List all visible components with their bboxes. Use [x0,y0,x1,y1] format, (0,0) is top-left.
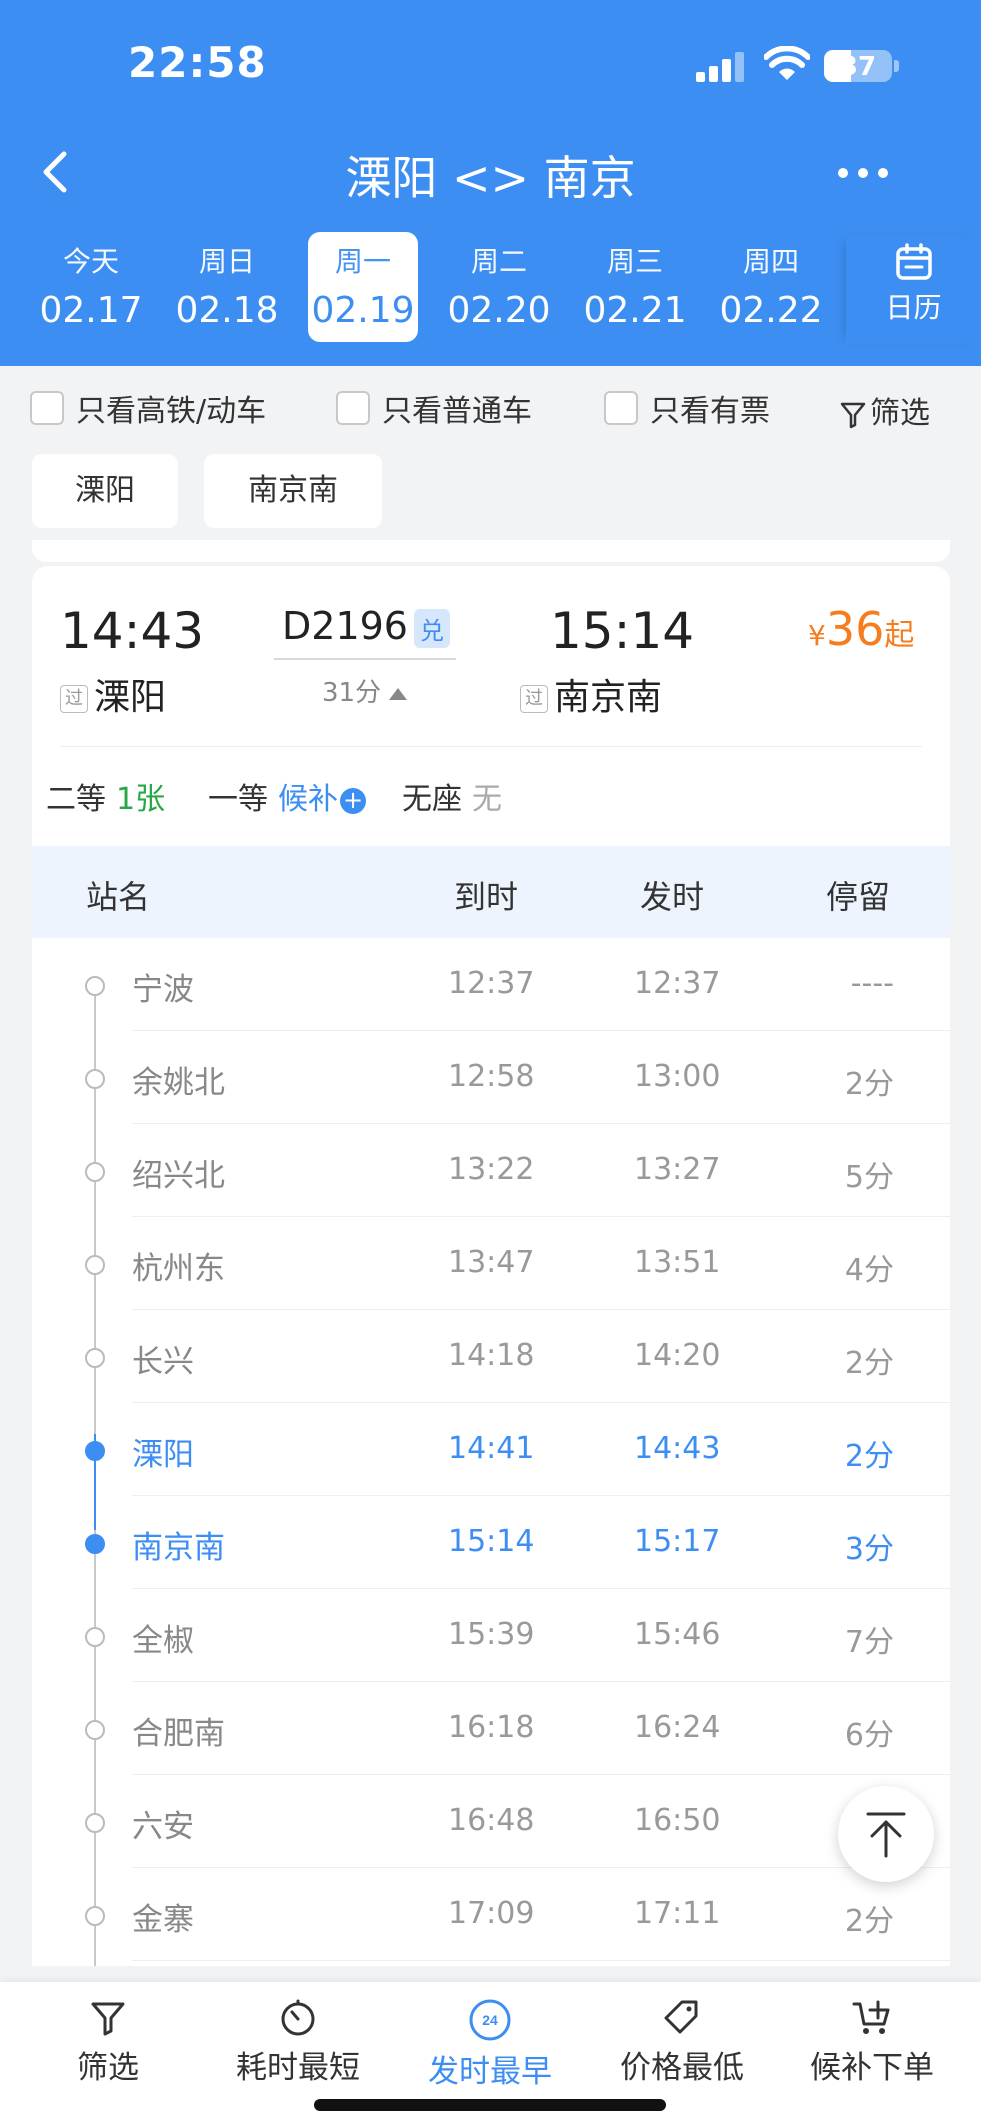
date-tab-0219-selected[interactable]: 周一 02.19 [308,232,418,342]
has-ticket-only-checkbox[interactable]: 只看有票 [604,386,770,429]
stop-row: 杭州东 13:47 13:51 4分 [32,1217,950,1310]
battery-icon: 37 [824,50,892,82]
duration-toggle[interactable]: 31分 [322,672,408,709]
calendar-icon [895,243,932,280]
seat-second-class: 二等 1张 [46,782,166,817]
station-chip-nanjingnan[interactable]: 南京南 [204,454,382,528]
pass-through-tag: 过 [60,685,88,713]
previous-card-edge [32,540,950,562]
status-time: 22:58 [128,38,267,87]
stop-row: 金寨 17:09 17:11 2分 [32,1868,950,1961]
route-line [274,658,456,660]
home-indicator [314,2099,666,2111]
stop-row: 六安 16:48 16:50 [32,1775,950,1868]
cellular-signal-icon [696,52,746,82]
date-tab-0220[interactable]: 周二 02.20 [444,232,554,342]
departure-station: 过溧阳 [60,668,166,720]
stop-dot [85,1441,105,1461]
calendar-label: 日历 [885,291,942,324]
stop-dot [85,1069,105,1089]
stopwatch-icon [281,1999,315,2036]
checkbox-box [336,391,370,425]
col-station: 站名 [86,878,151,916]
filter-row: 只看高铁/动车 只看普通车 只看有票 筛选 [0,366,981,452]
stop-row: 余姚北 12:58 13:00 2分 [32,1031,950,1124]
stop-row: 全椒 15:39 15:46 7分 [32,1589,950,1682]
svg-text:24: 24 [482,2012,498,2028]
sort-cheapest-button[interactable]: 价格最低 [584,1998,780,2087]
seat-first-class[interactable]: 一等 候补 + [208,774,366,818]
pass-through-tag: 过 [520,685,548,713]
seat-no-seat: 无座无 [402,782,502,817]
stop-dot [85,1906,105,1926]
col-arrive: 到时 [454,878,519,916]
stop-row: 绍兴北 13:22 13:27 5分 [32,1124,950,1217]
stop-table-header: 站名 到时 发时 停留 [32,846,950,938]
stop-dot [85,1348,105,1368]
stop-row: 合肥南 16:18 16:24 6分 [32,1682,950,1775]
arrow-up-icon [866,1812,906,1858]
sort-earliest-button[interactable]: 24 发时最早 [392,1998,588,2091]
wifi-icon [764,46,810,80]
col-stay: 停留 [826,878,891,916]
scroll-to-top-button[interactable] [838,1786,934,1882]
train-card[interactable]: 14:43 过溧阳 D2196 兑 31分 15:14 过南京南 ¥36起 二等 1… [32,566,950,1966]
normal-train-only-checkbox[interactable]: 只看普通车 [336,386,532,429]
cart-plus-icon [852,2000,890,2034]
arrival-station: 过南京南 [520,668,662,720]
train-number[interactable]: D2196 兑 [282,604,450,648]
high-speed-only-checkbox[interactable]: 只看高铁/动车 [30,386,266,429]
waitlist-plus-icon[interactable]: + [340,787,366,814]
stop-row: 长兴 14:18 14:20 2分 [32,1310,950,1403]
filter-button[interactable]: 筛选 [840,388,930,432]
date-tab-0221[interactable]: 周三 02.21 [580,232,690,342]
col-depart: 发时 [640,878,705,916]
date-tab-0217[interactable]: 今天 02.17 [36,232,146,342]
stop-row-alighting: 南京南 15:14 15:17 3分 [32,1496,950,1589]
date-tab-0218[interactable]: 周日 02.18 [172,232,282,342]
funnel-icon [91,2002,125,2036]
exchange-badge: 兑 [413,609,450,648]
clock-24-icon: 24 [469,1999,511,2041]
stop-row-boarding: 溧阳 14:41 14:43 2分 [32,1403,950,1496]
calendar-button[interactable]: 日历 [846,236,981,344]
funnel-icon [840,402,866,428]
sort-shortest-button[interactable]: 耗时最短 [200,1998,396,2087]
departure-time: 14:43 [60,602,205,660]
page-title: 溧阳 <> 南京 [345,151,636,205]
checkbox-box [604,391,638,425]
stop-dot [85,1627,105,1647]
stop-dot [85,1534,105,1554]
bottom-filter-button[interactable]: 筛选 [10,1998,206,2087]
price: ¥36起 [808,602,915,656]
date-tab-0222[interactable]: 周四 02.22 [716,232,826,342]
stop-dot [85,976,105,996]
stop-dot [85,1813,105,1833]
stop-row: 宁波 12:37 12:37 ---- [32,938,950,1031]
stop-dot [85,1255,105,1275]
stop-dot [85,1162,105,1182]
waitlist-order-button[interactable]: 候补下单 [774,1998,970,2087]
battery-level: 37 [839,52,877,82]
station-chip-liyang[interactable]: 溧阳 [32,454,178,528]
arrival-time: 15:14 [550,602,695,660]
header: 22:58 37 溧阳 <> 南京 今天 02.17 周日 02.18 周一 0… [0,0,981,366]
price-tag-icon [664,2000,698,2034]
collapse-arrow-icon [389,687,408,700]
checkbox-box [30,391,64,425]
divider [60,746,922,747]
more-button[interactable] [838,168,888,180]
stop-dot [85,1720,105,1740]
